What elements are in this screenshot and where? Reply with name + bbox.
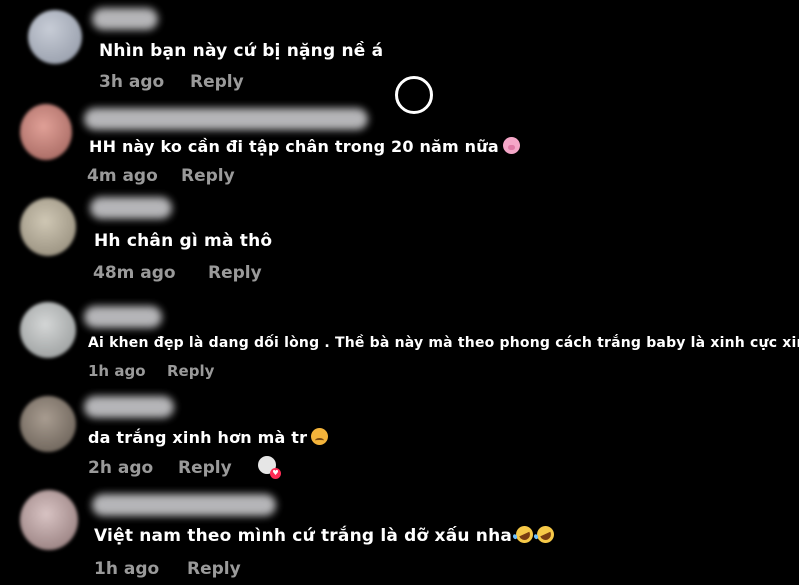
rofl-emoji — [534, 523, 557, 546]
avatar[interactable] — [20, 198, 76, 256]
comment-timestamp: 2h ago — [88, 458, 154, 478]
comment-timestamp: 3h ago — [99, 72, 165, 92]
username-blurred[interactable] — [84, 396, 174, 418]
avatar[interactable] — [20, 396, 76, 452]
comment-timestamp: 4m ago — [87, 166, 158, 186]
cursor-ring-icon — [395, 76, 433, 114]
avatar[interactable] — [20, 302, 76, 358]
reply-button[interactable]: Reply — [178, 458, 232, 478]
reply-button[interactable]: Reply — [167, 362, 214, 380]
username-blurred[interactable] — [84, 306, 162, 328]
comment-text: da trắng xinh hơn mà tr — [88, 428, 329, 447]
username-blurred[interactable] — [92, 494, 276, 516]
avatar[interactable] — [20, 490, 78, 550]
comment-timestamp: 1h ago — [88, 362, 146, 380]
reply-button[interactable]: Reply — [187, 559, 241, 579]
rofl-emoji — [513, 523, 536, 546]
avatar[interactable] — [28, 10, 82, 64]
username-blurred[interactable] — [90, 197, 172, 219]
reply-button[interactable]: Reply — [208, 263, 262, 283]
username-blurred[interactable] — [84, 108, 368, 130]
comment-text: HH này ko cần đi tập chân trong 20 năm n… — [89, 137, 520, 156]
comment-timestamp: 48m ago — [93, 263, 176, 283]
avatar[interactable] — [20, 104, 72, 160]
liked-by-creator-icon: ♥ — [258, 456, 284, 482]
reply-button[interactable]: Reply — [181, 166, 235, 186]
comment-text: Việt nam theo mình cứ trắng là dỡ xấu nh… — [94, 523, 557, 546]
comment-text: Nhìn bạn này cứ bị nặng nề á — [99, 41, 384, 61]
comment-text: Ai khen đẹp là dang dối lòng . Thề bà nà… — [88, 335, 799, 351]
reply-button[interactable]: Reply — [190, 72, 244, 92]
pig-nose-emoji — [502, 137, 520, 154]
comment-timestamp: 1h ago — [94, 559, 160, 579]
comments-panel: Nhìn bạn này cứ bị nặng nề á 3h ago Repl… — [0, 0, 799, 585]
comment-text: Hh chân gì mà thô — [94, 231, 273, 251]
username-blurred[interactable] — [92, 8, 158, 30]
disappointed-face-emoji — [311, 428, 329, 445]
